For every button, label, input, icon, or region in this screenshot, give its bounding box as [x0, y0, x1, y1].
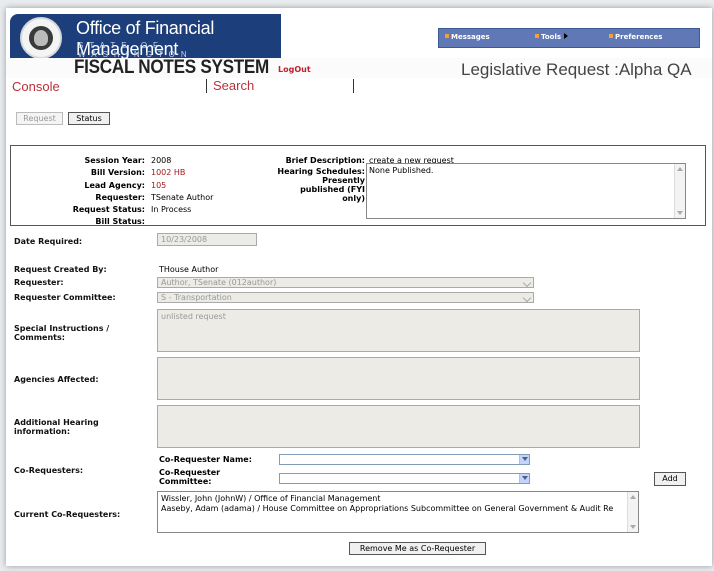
- agencies-affected-label: Agencies Affected:: [14, 375, 99, 384]
- lead-agency-label: Lead Agency:: [84, 181, 145, 190]
- bill-status-label: Bill Status:: [95, 217, 145, 226]
- nav-tools[interactable]: Tools: [535, 33, 569, 41]
- requester-field-label: Requester:: [14, 278, 64, 287]
- lead-agency-value: 105: [151, 181, 167, 190]
- brief-description-label: Brief Description:: [285, 156, 365, 165]
- system-title: FISCAL NOTES SYSTEM: [74, 57, 270, 78]
- date-required-label: Date Required:: [14, 237, 83, 246]
- request-tab-button[interactable]: Request: [16, 112, 63, 125]
- status-tab-button[interactable]: Status: [68, 112, 110, 125]
- submenu-arrow-icon: [564, 33, 569, 39]
- current-co-requesters-list[interactable]: Wissler, John (JohnW) / Office of Financ…: [157, 491, 639, 533]
- special-instructions-label-1: Special Instructions /: [14, 324, 110, 333]
- special-instructions-label-2: Comments:: [14, 333, 65, 342]
- request-status-label: Request Status:: [72, 205, 145, 214]
- requester-committee-select[interactable]: S - Transportation: [157, 292, 534, 303]
- main-menu: Console Search: [6, 79, 712, 95]
- nav-preferences-label: Preferences: [615, 33, 663, 41]
- hearing-presently-label: Presently: [322, 176, 365, 185]
- requester-select-value: Author, TSenate (012author): [161, 278, 277, 287]
- requester-committee-value: S - Transportation: [161, 293, 232, 302]
- menu-search[interactable]: Search: [206, 79, 254, 93]
- nav-messages[interactable]: Messages: [445, 33, 490, 41]
- hearing-scrollbar[interactable]: [674, 164, 685, 218]
- current-co-requesters-label: Current Co-Requesters:: [14, 510, 121, 519]
- requester-select[interactable]: Author, TSenate (012author): [157, 277, 534, 288]
- co-requesters-label: Co-Requesters:: [14, 466, 84, 475]
- hearing-schedules-label: Hearing Schedules:: [277, 167, 365, 176]
- hearing-schedules-box[interactable]: None Published.: [366, 163, 686, 219]
- hearing-schedules-value: None Published.: [369, 166, 434, 175]
- co-requester-committee-select[interactable]: [279, 473, 530, 484]
- additional-hearing-textarea[interactable]: [157, 405, 640, 448]
- chevron-down-icon: [522, 278, 532, 288]
- co-requester-committee-label-1: Co-Requester: [159, 468, 221, 477]
- co-requesters-scrollbar[interactable]: [627, 492, 638, 532]
- bullet-icon: [535, 34, 539, 38]
- additional-hearing-label-1: Additional Hearing: [14, 418, 99, 427]
- requester-committee-label: Requester Committee:: [14, 293, 116, 302]
- hearing-published-label: published (FYI: [300, 185, 365, 194]
- nav-tools-label: Tools: [541, 33, 562, 41]
- request-status-value: In Process: [151, 205, 192, 214]
- chevron-down-icon: [522, 293, 532, 303]
- header: Office of Financial Management STATE OF …: [6, 8, 712, 83]
- session-year-label: Session Year:: [84, 156, 145, 165]
- menu-divider: [353, 79, 354, 93]
- hearing-fyi-label: only): [342, 194, 365, 203]
- dropdown-arrow-icon: [519, 455, 529, 464]
- requester-value: TSenate Author: [151, 193, 214, 202]
- agencies-affected-textarea[interactable]: [157, 357, 640, 400]
- bill-version-label: Bill Version:: [90, 168, 145, 177]
- created-by-value: THouse Author: [159, 265, 219, 274]
- created-by-label: Request Created By:: [14, 265, 107, 274]
- top-nav: Messages Tools Preferences: [438, 28, 700, 48]
- nav-preferences[interactable]: Preferences: [609, 33, 662, 41]
- ofm-banner: Office of Financial Management STATE OF …: [10, 14, 281, 62]
- list-item[interactable]: Wissler, John (JohnW) / Office of Financ…: [161, 494, 635, 504]
- request-summary-panel: Session Year: 2008 Bill Version: 1002 HB…: [10, 145, 706, 226]
- add-co-requester-button[interactable]: Add: [654, 472, 686, 486]
- app-window: Office of Financial Management STATE OF …: [6, 8, 712, 566]
- menu-console[interactable]: Console: [12, 79, 60, 94]
- nav-messages-label: Messages: [451, 33, 490, 41]
- co-requester-name-select[interactable]: [279, 454, 530, 465]
- remove-me-button[interactable]: Remove Me as Co-Requester: [349, 542, 486, 555]
- session-year-value: 2008: [151, 156, 172, 165]
- additional-hearing-label-2: information:: [14, 427, 71, 436]
- co-requester-committee-label-2: Committee:: [159, 477, 212, 486]
- seal-portrait: [34, 30, 48, 46]
- dropdown-arrow-icon: [519, 474, 529, 483]
- page-title: Legislative Request :Alpha QA: [461, 60, 692, 79]
- bullet-icon: [445, 34, 449, 38]
- logout-link[interactable]: LogOut: [278, 65, 311, 74]
- list-item[interactable]: Aaseby, Adam (adama) / House Committee o…: [161, 504, 635, 514]
- state-seal-icon: [20, 17, 62, 59]
- bill-version-value: 1002 HB: [151, 168, 186, 177]
- requester-label: Requester:: [95, 193, 145, 202]
- date-required-input[interactable]: 10/23/2008: [157, 233, 257, 246]
- co-requester-name-label: Co-Requester Name:: [159, 455, 252, 464]
- special-instructions-textarea[interactable]: unlisted request: [157, 309, 640, 352]
- bullet-icon: [609, 34, 613, 38]
